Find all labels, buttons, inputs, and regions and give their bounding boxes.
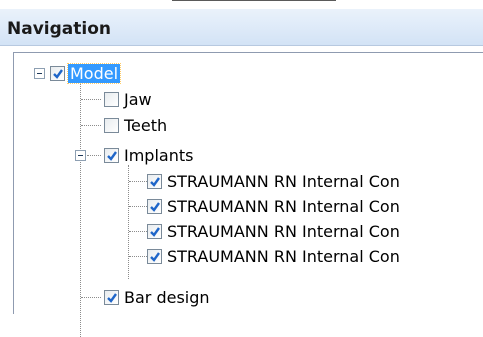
checkmark-icon xyxy=(53,68,63,79)
model-checkbox[interactable] xyxy=(50,65,65,81)
implants-checkbox[interactable] xyxy=(104,147,119,163)
tree-item-label: Teeth xyxy=(124,115,168,135)
collapse-implants-toggle[interactable] xyxy=(75,150,86,161)
checkmark-icon xyxy=(150,251,160,262)
tree-item-implant[interactable]: STRAUMANN RN Internal Con xyxy=(147,194,400,218)
tree-item-teeth[interactable]: Teeth xyxy=(104,113,167,137)
tree-item-jaw[interactable]: Jaw xyxy=(104,87,152,111)
implant-checkbox[interactable] xyxy=(147,173,162,189)
collapse-model-toggle[interactable] xyxy=(34,68,45,79)
implant-checkbox[interactable] xyxy=(147,223,162,239)
tree-item-bar-design[interactable]: Bar design xyxy=(104,285,210,309)
tree-item-implants[interactable]: Implants xyxy=(104,143,193,167)
tree-line xyxy=(129,231,147,232)
tree-item-label: Bar design xyxy=(124,287,210,307)
jaw-checkbox[interactable] xyxy=(104,91,119,107)
panel-title: Navigation xyxy=(7,19,111,39)
tree-line xyxy=(129,256,147,257)
tab-edge xyxy=(172,0,336,9)
tree-line xyxy=(81,99,101,100)
teeth-checkbox[interactable] xyxy=(104,117,119,133)
checkmark-icon xyxy=(107,150,117,161)
checkmark-icon xyxy=(107,292,117,303)
tree-item-label: Jaw xyxy=(124,89,152,109)
tree-line xyxy=(80,79,81,337)
top-strip xyxy=(0,0,483,9)
panel-header: Navigation xyxy=(0,9,483,46)
checkmark-icon xyxy=(150,176,160,187)
tree-item-implant[interactable]: STRAUMANN RN Internal Con xyxy=(147,169,400,193)
tree-line xyxy=(87,155,101,156)
tree-line xyxy=(81,125,101,126)
tree-item-label: STRAUMANN RN Internal Con xyxy=(167,221,400,241)
implant-checkbox[interactable] xyxy=(147,198,162,214)
tree-item-implant[interactable]: STRAUMANN RN Internal Con xyxy=(147,219,400,243)
implant-checkbox[interactable] xyxy=(147,248,162,264)
tree-item-label: Implants xyxy=(124,145,194,165)
tree-item-label: Model xyxy=(66,62,122,84)
tree-item-model[interactable]: Model xyxy=(50,61,122,85)
tree-line xyxy=(129,206,147,207)
tree-item-label: STRAUMANN RN Internal Con xyxy=(167,171,400,191)
tree-item-label: STRAUMANN RN Internal Con xyxy=(167,246,400,266)
tree-line xyxy=(128,165,129,279)
tree-item-implant[interactable]: STRAUMANN RN Internal Con xyxy=(147,244,400,268)
bar-design-checkbox[interactable] xyxy=(104,289,119,305)
tree-line xyxy=(129,181,147,182)
checkmark-icon xyxy=(150,226,160,237)
tree-line xyxy=(81,297,101,298)
tree-item-label: STRAUMANN RN Internal Con xyxy=(167,196,400,216)
checkmark-icon xyxy=(150,201,160,212)
tree-panel: Model Jaw Teeth Implants STRAUMANN RN In… xyxy=(13,52,483,337)
